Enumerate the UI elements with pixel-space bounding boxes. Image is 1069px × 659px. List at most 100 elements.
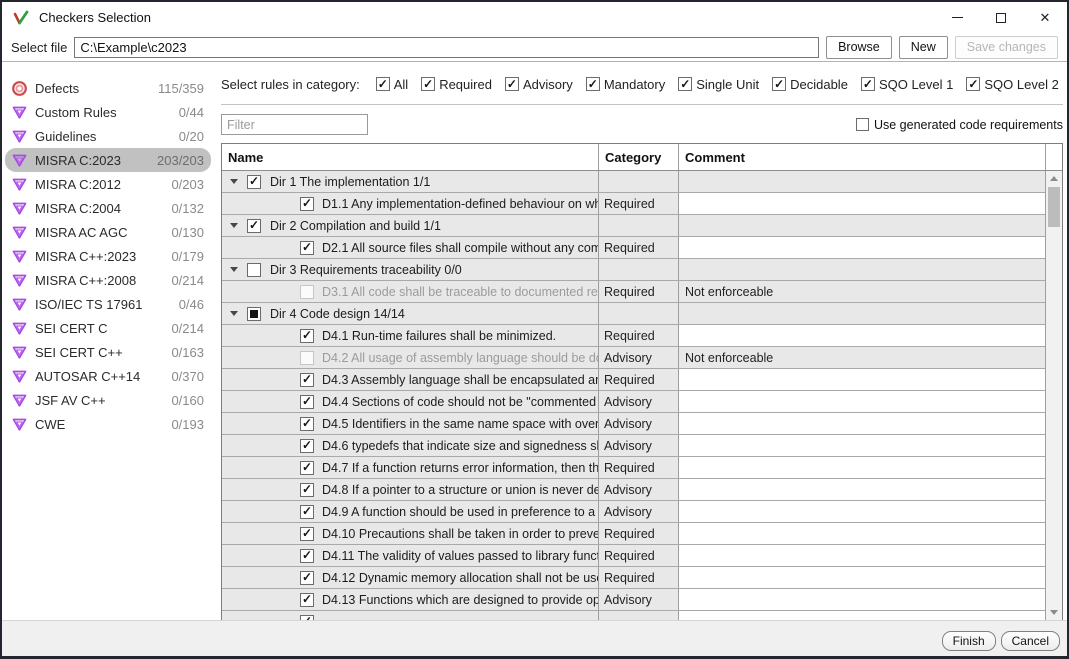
sidebar-item[interactable]: ISO/IEC TS 179610/46: [5, 292, 211, 316]
table-row[interactable]: D4.7 If a function returns error informa…: [222, 457, 1045, 479]
table-row[interactable]: D4.10 Precautions shall be taken in orde…: [222, 523, 1045, 545]
browse-button[interactable]: Browse: [826, 36, 892, 59]
comment-cell[interactable]: [679, 171, 1045, 192]
group-checkbox[interactable]: [247, 219, 261, 233]
comment-cell[interactable]: [679, 259, 1045, 280]
filter-input[interactable]: [221, 114, 368, 135]
table-row[interactable]: D4.11 The validity of values passed to l…: [222, 545, 1045, 567]
comment-cell[interactable]: [679, 391, 1045, 412]
category-checkbox[interactable]: [966, 77, 980, 91]
sidebar-item[interactable]: Custom Rules0/44: [5, 100, 211, 124]
table-row[interactable]: D2.1 All source files shall compile with…: [222, 237, 1045, 259]
rule-checkbox[interactable]: [300, 439, 314, 453]
comment-cell[interactable]: [679, 501, 1045, 522]
category-checkbox[interactable]: [376, 77, 390, 91]
table-row[interactable]: D4.12 Dynamic memory allocation shall no…: [222, 567, 1045, 589]
column-header-category[interactable]: Category: [599, 144, 679, 170]
sidebar-item[interactable]: MISRA C++:20230/179: [5, 244, 211, 268]
table-row[interactable]: Dir 3 Requirements traceability 0/0: [222, 259, 1045, 281]
table-row[interactable]: D4.1 Run-time failures shall be minimize…: [222, 325, 1045, 347]
group-checkbox[interactable]: [247, 307, 261, 321]
scrollbar[interactable]: [1045, 171, 1062, 620]
category-checkbox[interactable]: [861, 77, 875, 91]
table-row[interactable]: D3.1 All code shall be traceable to docu…: [222, 281, 1045, 303]
table-row[interactable]: [222, 611, 1045, 620]
comment-cell[interactable]: [679, 589, 1045, 610]
expander-icon[interactable]: [230, 179, 238, 184]
comment-cell[interactable]: [679, 215, 1045, 236]
category-checkbox[interactable]: [586, 77, 600, 91]
rule-checkbox[interactable]: [300, 549, 314, 563]
sidebar-item[interactable]: MISRA C:2023203/203: [5, 148, 211, 172]
rule-checkbox[interactable]: [300, 615, 314, 621]
comment-cell[interactable]: [679, 611, 1045, 620]
sidebar-item[interactable]: AUTOSAR C++140/370: [5, 364, 211, 388]
table-row[interactable]: D1.1 Any implementation-defined behaviou…: [222, 193, 1045, 215]
column-header-name[interactable]: Name: [222, 144, 599, 170]
sidebar-item[interactable]: CWE0/193: [5, 412, 211, 436]
sidebar-item[interactable]: SEI CERT C++0/163: [5, 340, 211, 364]
comment-cell[interactable]: [679, 303, 1045, 324]
category-option[interactable]: Single Unit: [678, 77, 759, 92]
rule-checkbox[interactable]: [300, 395, 314, 409]
table-row[interactable]: D4.8 If a pointer to a structure or unio…: [222, 479, 1045, 501]
category-option[interactable]: SQO Level 1: [861, 77, 953, 92]
use-generated-checkbox[interactable]: [856, 118, 869, 131]
rule-checkbox[interactable]: [300, 329, 314, 343]
group-checkbox[interactable]: [247, 263, 261, 277]
close-button[interactable]: ✕: [1023, 2, 1067, 33]
category-option[interactable]: Advisory: [505, 77, 573, 92]
rule-checkbox[interactable]: [300, 373, 314, 387]
category-option[interactable]: Required: [421, 77, 492, 92]
category-checkbox[interactable]: [678, 77, 692, 91]
comment-cell[interactable]: [679, 545, 1045, 566]
category-checkbox[interactable]: [421, 77, 435, 91]
table-row[interactable]: D4.9 A function should be used in prefer…: [222, 501, 1045, 523]
sidebar-item[interactable]: MISRA C:20040/132: [5, 196, 211, 220]
comment-cell[interactable]: [679, 457, 1045, 478]
rule-checkbox[interactable]: [300, 593, 314, 607]
comment-cell[interactable]: Not enforceable: [679, 347, 1045, 368]
category-option[interactable]: Mandatory: [586, 77, 665, 92]
rule-checkbox[interactable]: [300, 241, 314, 255]
comment-cell[interactable]: [679, 369, 1045, 390]
sidebar-item[interactable]: JSF AV C++0/160: [5, 388, 211, 412]
category-option[interactable]: SQO Level 2: [966, 77, 1058, 92]
category-option[interactable]: All: [376, 77, 408, 92]
sidebar-item[interactable]: Defects115/359: [5, 76, 211, 100]
rule-checkbox[interactable]: [300, 285, 314, 299]
sidebar-item[interactable]: Guidelines0/20: [5, 124, 211, 148]
comment-cell[interactable]: [679, 567, 1045, 588]
category-checkbox[interactable]: [505, 77, 519, 91]
table-row[interactable]: D4.6 typedefs that indicate size and sig…: [222, 435, 1045, 457]
new-button[interactable]: New: [899, 36, 948, 59]
maximize-button[interactable]: [979, 2, 1023, 33]
sidebar-item[interactable]: SEI CERT C0/214: [5, 316, 211, 340]
table-row[interactable]: D4.3 Assembly language shall be encapsul…: [222, 369, 1045, 391]
category-option[interactable]: Decidable: [772, 77, 848, 92]
column-header-comment[interactable]: Comment: [679, 144, 1046, 170]
expander-icon[interactable]: [230, 223, 238, 228]
finish-button[interactable]: Finish: [942, 631, 996, 651]
scroll-down-button[interactable]: [1046, 605, 1062, 620]
table-row[interactable]: D4.2 All usage of assembly language shou…: [222, 347, 1045, 369]
minimize-button[interactable]: [935, 2, 979, 33]
cancel-button[interactable]: Cancel: [1001, 631, 1060, 651]
rule-checkbox[interactable]: [300, 461, 314, 475]
table-row[interactable]: D4.4 Sections of code should not be "com…: [222, 391, 1045, 413]
table-row[interactable]: Dir 1 The implementation 1/1: [222, 171, 1045, 193]
rule-checkbox[interactable]: [300, 197, 314, 211]
rule-checkbox[interactable]: [300, 351, 314, 365]
table-row[interactable]: Dir 4 Code design 14/14: [222, 303, 1045, 325]
save-changes-button[interactable]: Save changes: [955, 36, 1058, 59]
rule-checkbox[interactable]: [300, 505, 314, 519]
comment-cell[interactable]: [679, 435, 1045, 456]
table-row[interactable]: D4.5 Identifiers in the same name space …: [222, 413, 1045, 435]
comment-cell[interactable]: [679, 237, 1045, 258]
table-row[interactable]: D4.13 Functions which are designed to pr…: [222, 589, 1045, 611]
use-generated-checkbox-group[interactable]: Use generated code requirements: [856, 118, 1063, 132]
rule-checkbox[interactable]: [300, 483, 314, 497]
comment-cell[interactable]: [679, 325, 1045, 346]
expander-icon[interactable]: [230, 267, 238, 272]
comment-cell[interactable]: [679, 193, 1045, 214]
